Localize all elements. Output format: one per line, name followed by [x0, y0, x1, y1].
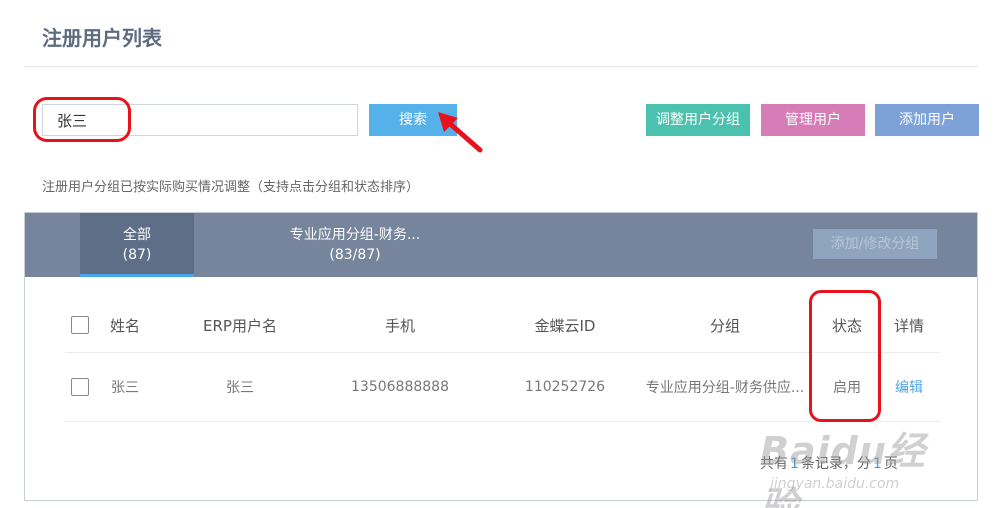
user-group-panel: 全部 (87) 专业应用分组-财务... (83/87) 添加/修改分组 姓名 … [24, 212, 978, 501]
select-all-cell [65, 298, 95, 352]
cell-group: 专业应用分组-财务供应... [645, 380, 805, 396]
header-phone: 手机 [384, 316, 415, 335]
cell-name: 张三 [111, 380, 139, 396]
pagination-prefix: 共有 [760, 456, 788, 472]
page-count: 1 [872, 456, 882, 472]
title-divider [24, 66, 978, 67]
tab-label: 专业应用分组-财务... [289, 227, 421, 243]
add-edit-group-button[interactable]: 添加/修改分组 [813, 229, 937, 259]
select-all-checkbox[interactable] [71, 316, 89, 334]
header-name: 姓名 [109, 316, 140, 335]
annotation-arrow-icon [438, 112, 483, 153]
cell-kingdee-id: 110252726 [524, 379, 606, 395]
tab-professional-group[interactable]: 专业应用分组-财务... (83/87) [265, 213, 445, 277]
user-list-page: 注册用户列表 搜索 调整用户分组 管理用户 添加用户 注册用户分组已按实际购买情… [0, 0, 1000, 508]
record-count: 1 [790, 456, 799, 472]
cell-status: 启用 [833, 380, 861, 396]
cell-phone: 13506888888 [351, 379, 449, 395]
regroup-users-button[interactable]: 调整用户分组 [646, 104, 750, 136]
header-kingdee-id: 金蝶云ID [534, 316, 596, 335]
header-erp-username: ERP用户名 [203, 316, 277, 335]
table-row: 张三 张三 13506888888 110252726 专业应用分组-财务供应.… [65, 353, 940, 422]
manage-users-button[interactable]: 管理用户 [761, 104, 865, 136]
search-input[interactable] [42, 104, 358, 136]
table-header-row: 姓名 ERP用户名 手机 金蝶云ID 分组 状态 详情 [65, 298, 940, 353]
add-user-button[interactable]: 添加用户 [875, 104, 979, 136]
tab-label: 全部 [123, 227, 151, 243]
cell-erp-username: 张三 [226, 380, 254, 396]
page-title: 注册用户列表 [42, 26, 162, 50]
header-status[interactable]: 状态 [825, 298, 869, 352]
header-detail: 详情 [893, 316, 924, 335]
pagination-middle: 条记录，分 [800, 456, 871, 472]
edit-link[interactable]: 编辑 [895, 377, 923, 397]
cell-detail: 编辑 [885, 353, 933, 421]
group-hint-text: 注册用户分组已按实际购买情况调整（支持点击分组和状态排序） [42, 180, 420, 195]
tab-count: (87) [122, 247, 152, 263]
pagination-suffix: 页 [883, 456, 898, 472]
header-group[interactable]: 分组 [640, 298, 810, 352]
group-tab-bar: 全部 (87) 专业应用分组-财务... (83/87) 添加/修改分组 [25, 213, 977, 277]
row-checkbox[interactable] [71, 378, 89, 396]
tab-count: (83/87) [329, 247, 381, 263]
tab-all-users[interactable]: 全部 (87) [80, 213, 194, 277]
pagination-summary: 共有 1 条记录，分 1 页 [760, 453, 898, 473]
row-select-cell [65, 353, 95, 421]
